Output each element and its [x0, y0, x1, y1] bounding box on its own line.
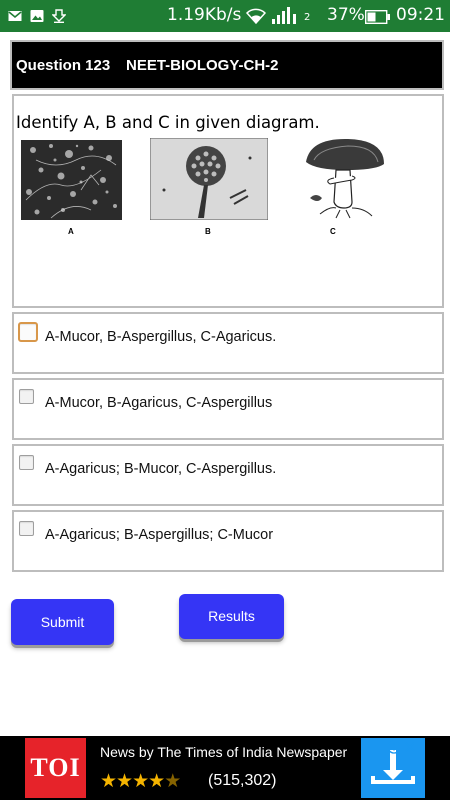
option-1[interactable]: A-Mucor, B-Aspergillus, C-Agaricus.	[12, 312, 444, 374]
ad-info-icon[interactable]	[387, 740, 401, 754]
star-icon: ★	[100, 770, 117, 792]
ad-app-logo[interactable]: TOI	[25, 738, 86, 798]
figure-label-a: A	[68, 227, 74, 236]
ad-rating-count: (515,302)	[208, 772, 277, 789]
network-speed: 1.19Kb/s	[167, 5, 242, 25]
option-2-label: A-Mucor, B-Agaricus, C-Aspergillus	[45, 395, 273, 411]
figure-b-aspergillus-image	[150, 138, 268, 220]
gmail-icon	[8, 8, 22, 22]
option-2[interactable]: A-Mucor, B-Agaricus, C-Aspergillus	[12, 378, 444, 440]
download-icon	[51, 8, 67, 24]
rating-stars-icon: ★★★★★	[100, 770, 181, 792]
wifi-icon	[245, 8, 267, 28]
question-header: Question 123 NEET-BIOLOGY-CH-2	[10, 40, 444, 90]
figure-c-agaricus-image	[306, 138, 384, 219]
question-number: Question 123	[16, 57, 111, 74]
option-2-checkbox[interactable]	[19, 389, 34, 404]
option-1-label: A-Mucor, B-Aspergillus, C-Agaricus.	[45, 329, 277, 345]
results-button[interactable]: Results	[179, 594, 284, 639]
star-icon: ★	[132, 770, 149, 792]
ad-banner[interactable]: TOI News by The Times of India Newspaper…	[0, 736, 450, 800]
option-3-checkbox[interactable]	[19, 455, 34, 470]
ad-close-icon[interactable]	[403, 740, 417, 754]
question-text: Identify A, B and C in given diagram.	[16, 113, 320, 132]
sim-slot-label: 2	[304, 12, 311, 23]
battery-icon	[364, 9, 391, 28]
option-4[interactable]: A-Agaricus; B-Aspergillus; C-Mucor	[12, 510, 444, 572]
ad-title[interactable]: News by The Times of India Newspaper	[100, 744, 347, 760]
figure-label-b: B	[205, 227, 211, 236]
question-box: Identify A, B and C in given diagram. A …	[12, 94, 444, 308]
gallery-icon	[30, 8, 44, 22]
star-icon: ★	[148, 770, 165, 792]
clock: 09:21	[396, 5, 445, 25]
star-icon: ★	[116, 770, 133, 792]
question-subject: NEET-BIOLOGY-CH-2	[126, 57, 279, 74]
submit-button[interactable]: Submit	[11, 599, 114, 645]
option-4-checkbox[interactable]	[19, 521, 34, 536]
battery-percent: 37%	[327, 5, 365, 25]
option-4-label: A-Agaricus; B-Aspergillus; C-Mucor	[45, 527, 274, 543]
star-half-icon: ★	[164, 770, 181, 792]
figure-label-c: C	[330, 227, 336, 236]
status-bar: 1.19Kb/s 2 37% 09:21	[0, 0, 450, 32]
signal-icon	[272, 7, 302, 29]
option-3[interactable]: A-Agaricus; B-Mucor, C-Aspergillus.	[12, 444, 444, 506]
notification-icons	[8, 8, 67, 24]
option-3-label: A-Agaricus; B-Mucor, C-Aspergillus.	[45, 461, 277, 477]
option-1-checkbox[interactable]	[18, 322, 38, 342]
figure-a-mucor-image	[21, 140, 122, 220]
